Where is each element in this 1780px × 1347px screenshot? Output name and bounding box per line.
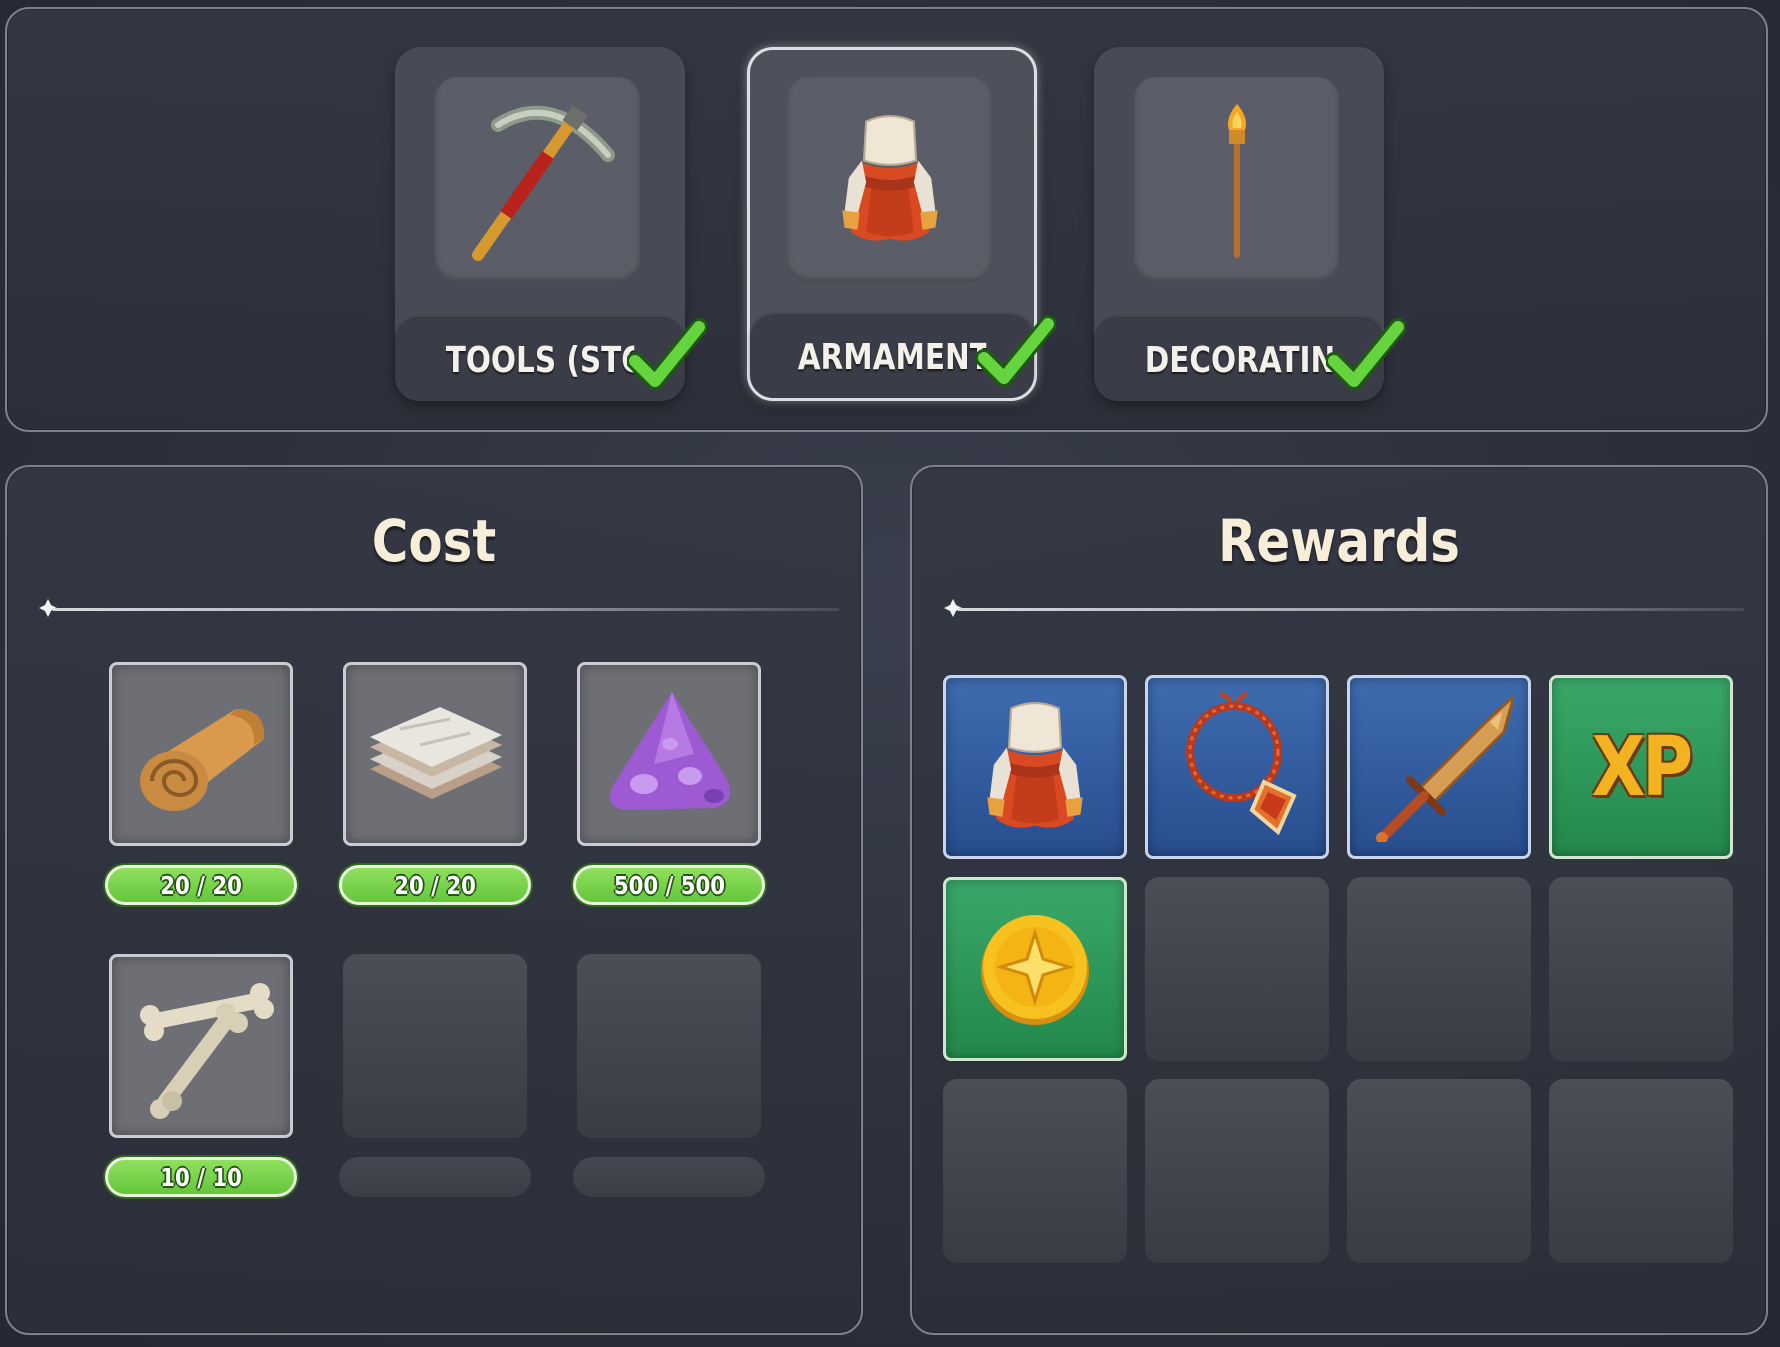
reward-item-slot-empty — [1549, 1079, 1733, 1263]
category-card-tools-stone[interactable]: TOOLS (STONE) — [395, 47, 685, 401]
cost-progress-bar: 500 / 500 — [573, 865, 765, 905]
category-label: TOOLS (STONE) — [445, 339, 635, 381]
cost-progress-bar: 10 / 10 — [105, 1157, 297, 1197]
cost-item-slot[interactable] — [577, 662, 761, 846]
reward-item-slot[interactable] — [943, 877, 1127, 1061]
cloth-stack-icon — [370, 707, 502, 799]
reward-item-slot[interactable]: XP — [1549, 675, 1733, 859]
leather-roll-icon — [140, 709, 265, 811]
amulet-icon — [1186, 692, 1297, 836]
amethyst-ore-icon — [609, 692, 731, 810]
cost-item-slot[interactable] — [109, 662, 293, 846]
reward-item-slot-empty — [1549, 877, 1733, 1061]
category-card-decorating-1[interactable]: DECORATING I — [1094, 47, 1384, 401]
checkmark-icon — [976, 314, 1056, 394]
cost-panel: Cost 20 / 20 20 / 20 500 / 500 10 / 10 — [5, 465, 863, 1335]
xp-icon: XP — [1591, 719, 1693, 815]
cost-progress-text: 20 / 20 — [394, 870, 476, 900]
reward-item-slot[interactable] — [1347, 675, 1531, 859]
coin-icon — [981, 915, 1089, 1025]
cost-divider — [39, 599, 839, 617]
armor-icon — [840, 114, 939, 242]
category-icon-box — [1134, 77, 1339, 282]
reward-item-slot[interactable] — [943, 675, 1127, 859]
reward-item-slot-empty — [1347, 1079, 1531, 1263]
rewards-panel: Rewards XP — [910, 465, 1768, 1335]
category-card-armament-1[interactable]: ARMAMENT I — [747, 47, 1037, 401]
cost-item-slot-empty — [343, 954, 527, 1138]
cost-progress-text: 10 / 10 — [160, 1162, 242, 1192]
dagger-icon — [1376, 693, 1514, 842]
cost-progress-text: 20 / 20 — [160, 870, 242, 900]
armor-icon — [986, 701, 1084, 829]
category-icon-box — [435, 77, 640, 282]
category-icon-box — [787, 77, 992, 282]
category-panel: TOOLS (STONE) ARMAMENT I DECORATING I — [5, 7, 1768, 432]
cost-progress-bar: 20 / 20 — [339, 865, 531, 905]
cost-item-slot-empty — [577, 954, 761, 1138]
rewards-title: Rewards — [1218, 507, 1460, 575]
reward-item-slot-empty — [1145, 1079, 1329, 1263]
cost-progress-bar: 20 / 20 — [105, 865, 297, 905]
reward-item-slot-empty — [943, 1079, 1127, 1263]
category-label: ARMAMENT I — [797, 336, 987, 378]
cost-item-slot[interactable] — [343, 662, 527, 846]
checkmark-icon — [1326, 317, 1406, 397]
torch-icon — [1227, 103, 1246, 258]
cost-item-slot[interactable] — [109, 954, 293, 1138]
rewards-divider — [944, 599, 1744, 617]
cost-progress-bar-empty — [339, 1157, 531, 1197]
reward-item-slot-empty — [1347, 877, 1531, 1061]
pickaxe-icon — [471, 104, 615, 261]
cost-title: Cost — [371, 507, 497, 575]
cost-progress-text: 500 / 500 — [613, 870, 725, 900]
reward-item-slot[interactable] — [1145, 675, 1329, 859]
reward-item-slot-empty — [1145, 877, 1329, 1061]
cost-progress-bar-empty — [573, 1157, 765, 1197]
checkmark-icon — [627, 317, 707, 397]
bones-icon — [140, 983, 274, 1119]
category-label: DECORATING I — [1144, 339, 1334, 381]
